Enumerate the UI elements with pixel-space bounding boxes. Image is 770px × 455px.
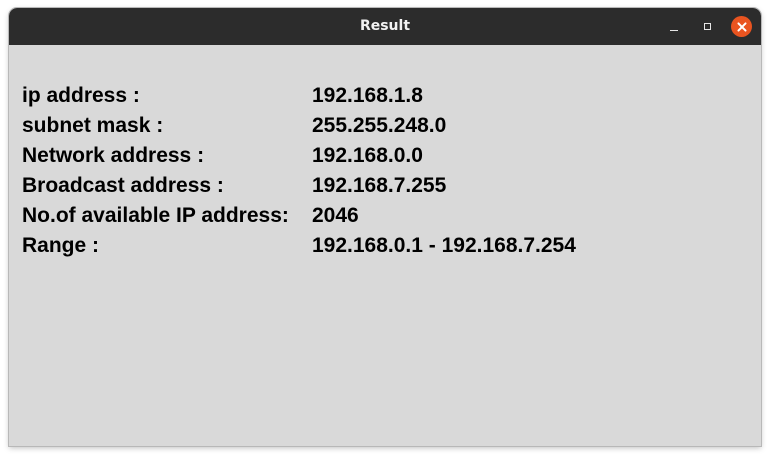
minimize-button[interactable]: [663, 16, 684, 37]
titlebar[interactable]: Result: [9, 8, 761, 45]
network-address-label: Network address :: [22, 144, 205, 167]
result-window: Result ip address : 192.168.1.8 subnet m…: [9, 8, 761, 446]
window-title: Result: [359, 18, 411, 34]
broadcast-address-value: 192.168.7.255: [312, 174, 447, 197]
ip-address-value: 192.168.1.8: [312, 84, 423, 107]
ip-address-label: ip address :: [22, 84, 140, 107]
network-address-value: 192.168.0.0: [312, 144, 423, 167]
close-icon: [737, 22, 747, 32]
close-button[interactable]: [731, 16, 752, 37]
maximize-button[interactable]: [697, 16, 718, 37]
subnet-mask-value: 255.255.248.0: [312, 114, 447, 137]
range-value: 192.168.0.1 - 192.168.7.254: [312, 234, 576, 257]
subnet-mask-label: subnet mask :: [22, 114, 164, 137]
minimize-icon: [669, 29, 678, 32]
available-ips-value: 2046: [312, 204, 359, 227]
range-label: Range :: [22, 234, 100, 257]
available-ips-label: No.of available IP address:: [22, 204, 289, 227]
broadcast-address-label: Broadcast address :: [22, 174, 224, 197]
maximize-icon: [704, 23, 711, 30]
